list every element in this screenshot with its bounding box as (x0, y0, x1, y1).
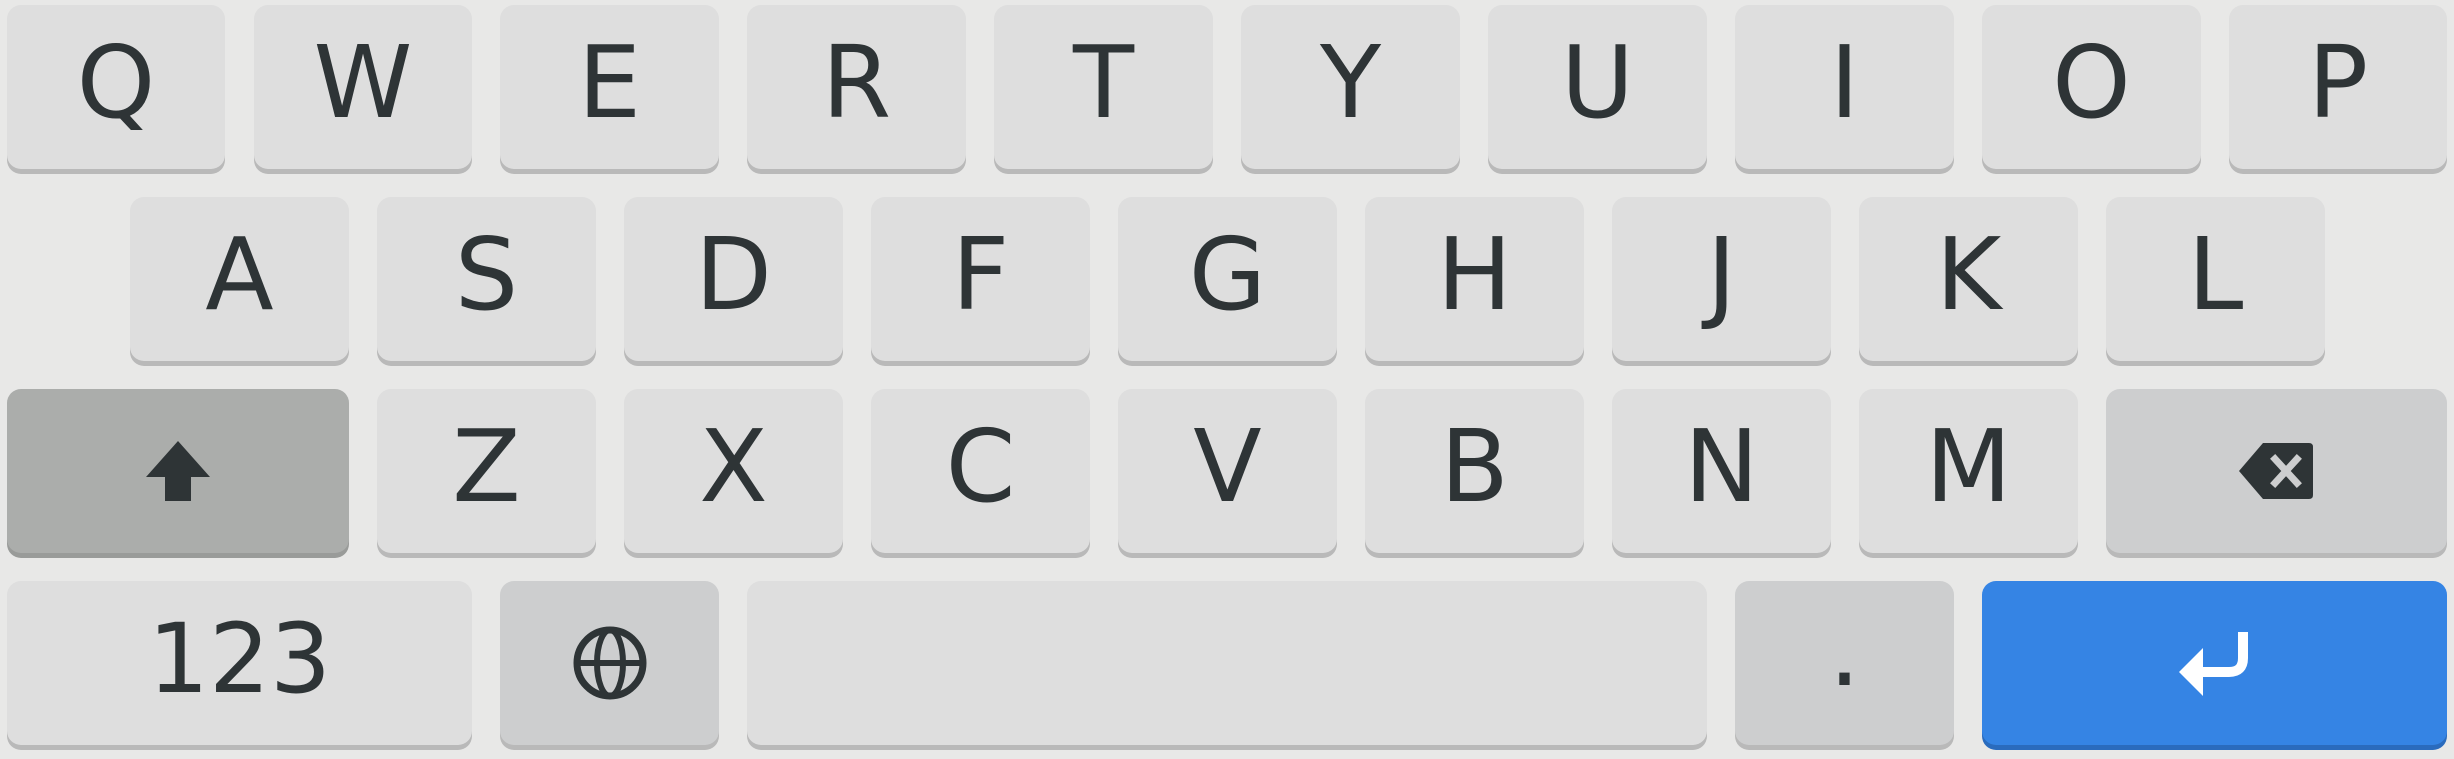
key-label: K (1935, 216, 2002, 333)
key-label: L (2187, 216, 2244, 333)
key-label: R (821, 24, 892, 141)
numbers-key-label: 123 (147, 603, 332, 715)
key-label: O (2052, 24, 2131, 141)
key-label: F (951, 216, 1010, 333)
key-label: E (577, 24, 642, 141)
key-q[interactable]: Q (7, 5, 225, 169)
key-n[interactable]: N (1612, 389, 1831, 553)
numbers-key[interactable]: 123 (7, 581, 472, 745)
key-j[interactable]: J (1612, 197, 1831, 361)
key-c[interactable]: C (871, 389, 1090, 553)
key-y[interactable]: Y (1241, 5, 1460, 169)
shift-arrow-icon (146, 441, 210, 501)
key-v[interactable]: V (1118, 389, 1337, 553)
key-label: I (1829, 24, 1860, 141)
key-k[interactable]: K (1859, 197, 2078, 361)
key-label: T (1072, 24, 1135, 141)
globe-icon (573, 626, 646, 700)
key-label: H (1436, 216, 1513, 333)
key-label: N (1684, 408, 1759, 525)
key-b[interactable]: B (1365, 389, 1584, 553)
shift-key[interactable] (7, 389, 349, 553)
key-l[interactable]: L (2106, 197, 2325, 361)
key-z[interactable]: Z (377, 389, 596, 553)
space-key[interactable] (747, 581, 1707, 745)
key-h[interactable]: H (1365, 197, 1584, 361)
key-d[interactable]: D (624, 197, 843, 361)
key-p[interactable]: P (2229, 5, 2447, 169)
key-w[interactable]: W (254, 5, 472, 169)
key-f[interactable]: F (871, 197, 1090, 361)
key-label: X (699, 408, 768, 525)
key-label: S (454, 216, 519, 333)
period-key-label: . (1828, 592, 1861, 709)
key-label: B (1440, 408, 1509, 525)
key-u[interactable]: U (1488, 5, 1707, 169)
key-e[interactable]: E (500, 5, 719, 169)
key-s[interactable]: S (377, 197, 596, 361)
key-m[interactable]: M (1859, 389, 2078, 553)
key-label: W (313, 24, 413, 141)
backspace-icon (2238, 443, 2313, 499)
key-i[interactable]: I (1735, 5, 1954, 169)
key-label: A (205, 216, 274, 333)
key-x[interactable]: X (624, 389, 843, 553)
language-key[interactable] (500, 581, 719, 745)
key-label: J (1706, 216, 1737, 333)
key-o[interactable]: O (1982, 5, 2201, 169)
key-label: G (1188, 216, 1267, 333)
key-label: Y (1319, 24, 1382, 141)
key-label: C (945, 408, 1016, 525)
key-label: M (1925, 408, 2012, 525)
enter-key[interactable] (1982, 581, 2447, 745)
key-label: D (694, 216, 772, 333)
key-label: Q (76, 24, 156, 141)
key-label: V (1193, 408, 1262, 525)
key-a[interactable]: A (130, 197, 349, 361)
period-key[interactable]: . (1735, 581, 1954, 745)
key-r[interactable]: R (747, 5, 966, 169)
key-label: Z (452, 408, 521, 525)
key-g[interactable]: G (1118, 197, 1337, 361)
key-label: P (2307, 24, 2369, 141)
backspace-key[interactable] (2106, 389, 2447, 553)
key-t[interactable]: T (994, 5, 1213, 169)
key-label: U (1560, 24, 1635, 141)
enter-return-icon (2178, 632, 2248, 696)
